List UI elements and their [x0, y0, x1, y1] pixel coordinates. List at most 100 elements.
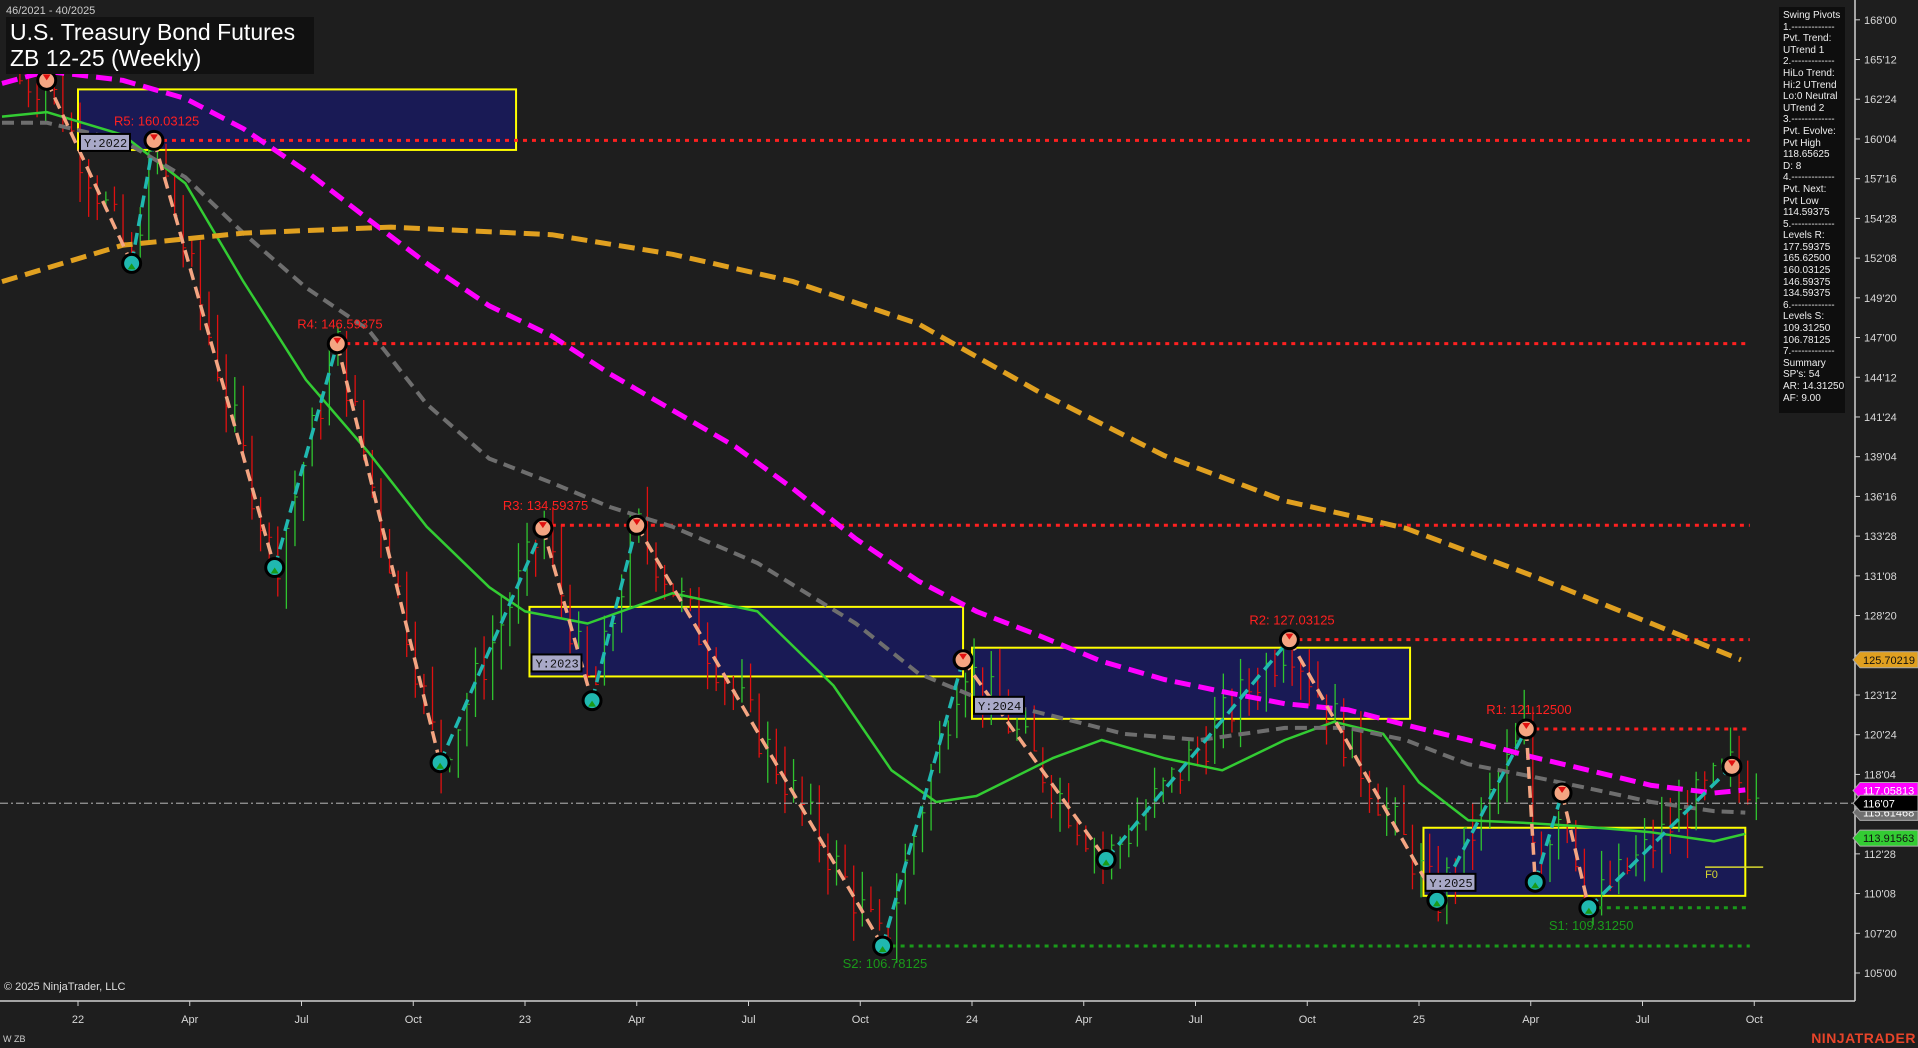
date-range: 46/2021 - 40/2025 [6, 5, 96, 17]
info-line: UTrend 1 [1783, 44, 1825, 56]
info-line: Pvt Low [1783, 195, 1819, 207]
info-line: AR: 14.31250 [1783, 381, 1845, 392]
info-line: 106.78125 [1783, 334, 1831, 346]
info-line: 165.62500 [1783, 253, 1831, 265]
y-tick-label: 110'08 [1864, 889, 1896, 901]
info-line: 114.59375 [1783, 207, 1830, 219]
info-line: 134.59375 [1783, 288, 1831, 300]
year-box-label: Y:2023 [535, 657, 578, 671]
copyright: © 2025 NinjaTrader, LLC [4, 981, 126, 993]
zigzag-leg [335, 343, 442, 764]
contract-timeframe: ZB 12-25 (Weekly) [10, 45, 202, 71]
y-tick-label: 157'16 [1864, 174, 1897, 186]
info-line: 109.31250 [1783, 323, 1831, 335]
x-tick-label: Oct [405, 1014, 422, 1026]
resistance-level-label: R1: 121.12500 [1486, 702, 1571, 717]
year-box-label: Y:2024 [978, 700, 1021, 714]
instrument-name: U.S. Treasury Bond Futures [10, 19, 296, 45]
y-tick-label: 165'12 [1864, 55, 1897, 67]
y-tick-label: 144'12 [1864, 372, 1897, 384]
info-line: AF: 9.00 [1783, 392, 1821, 404]
y-tick-label: 152'08 [1864, 253, 1897, 265]
info-line: 3.------------- [1783, 114, 1835, 126]
y-tick-label: 107'20 [1864, 928, 1897, 940]
y-tick-label: 120'24 [1864, 730, 1897, 742]
ma-fast-line [1, 110, 1746, 843]
zigzag-leg [272, 343, 339, 568]
swing-zigzag [45, 79, 1734, 947]
info-line: SP's: 54 [1783, 369, 1820, 381]
info-line: Swing Pivots [1783, 10, 1841, 21]
info-line: 146.59375 [1783, 276, 1831, 288]
x-tick-label: Apr [1522, 1014, 1539, 1026]
y-tick-label: 112'28 [1864, 849, 1896, 861]
info-line: Levels R: [1783, 230, 1825, 242]
info-line: 6.------------- [1783, 299, 1835, 311]
ma-mid-line [2, 120, 1746, 815]
moving-averages [1, 68, 1746, 843]
price-tag-label: 116'07 [1863, 798, 1895, 810]
zigzag-leg [438, 527, 545, 764]
y-tick-label: 131'08 [1864, 571, 1897, 583]
y-tick-label: 139'04 [1864, 452, 1897, 464]
info-line: 4.------------- [1783, 172, 1835, 184]
x-tick-label: Jul [294, 1014, 308, 1026]
info-line: 5.------------- [1783, 218, 1835, 230]
instrument-code: W ZB [3, 1034, 26, 1044]
y-tick-label: 141'24 [1864, 412, 1897, 424]
info-line: Pvt. Trend: [1783, 33, 1832, 45]
info-line: Pvt. Evolve: [1783, 125, 1836, 137]
resistance-level-label: R4: 146.59375 [297, 317, 382, 332]
ma-long-line [1, 224, 1742, 663]
info-line: Summary [1783, 357, 1826, 369]
x-tick-label: Jul [741, 1014, 755, 1026]
f0-label: F0 [1705, 869, 1718, 881]
x-tick-label: Apr [628, 1014, 645, 1026]
ma-slow-line [1, 68, 1746, 796]
x-tick-label: Jul [1635, 1014, 1649, 1026]
y-tick-label: 136'16 [1864, 491, 1897, 503]
support-level-label: S1: 109.31250 [1549, 918, 1634, 933]
chart-title: U.S. Treasury Bond Futures ZB 12-25 (Wee… [6, 17, 314, 74]
y-tick-label: 168'00 [1864, 15, 1897, 27]
x-tick-label: Oct [852, 1014, 869, 1026]
x-tick-label: 24 [966, 1014, 978, 1026]
info-line: 177.59375 [1783, 241, 1831, 253]
y-tick-label: 160'04 [1864, 134, 1897, 146]
info-line: UTrend 2 [1783, 102, 1825, 114]
info-line: 160.03125 [1783, 265, 1831, 277]
year-box-label: Y:2022 [84, 137, 127, 151]
info-line: Lo:0 Neutral [1783, 91, 1838, 103]
y-tick-label: 133'28 [1864, 531, 1897, 543]
info-line: D: 8 [1783, 160, 1802, 172]
y-tick-label: 123'12 [1864, 690, 1897, 702]
x-tick-label: Jul [1188, 1014, 1202, 1026]
y-tick-label: 147'00 [1864, 333, 1897, 345]
y-tick-label: 154'28 [1864, 213, 1897, 225]
price-chart[interactable]: R5: 160.03125 R4: 146.59375 R3: 134.59375 R… [0, 0, 1918, 1048]
x-tick-label: Oct [1299, 1014, 1316, 1026]
swing-pivots-panel: Swing Pivots 1.------------- Pvt. Trend: UT… [1779, 7, 1845, 413]
y-tick-label: 128'20 [1864, 611, 1897, 623]
y-tick-label: 162'24 [1864, 94, 1897, 106]
x-tick-label: Oct [1746, 1014, 1763, 1026]
x-tick-label: 25 [1413, 1014, 1425, 1026]
year-box [528, 605, 965, 678]
resistance-level-label: R5: 160.03125 [114, 113, 199, 128]
info-line: Pvt. Next: [1783, 183, 1827, 195]
x-tick-label: Apr [181, 1014, 198, 1026]
price-tag-label: 113.91563 [1863, 833, 1914, 845]
support-level-label: S2: 106.78125 [843, 956, 928, 971]
x-tick-label: 22 [72, 1014, 84, 1026]
year-boxes [77, 88, 1747, 897]
y-tick-label: 118'04 [1864, 769, 1896, 781]
x-tick-label: Apr [1075, 1014, 1092, 1026]
year-box-label: Y:2025 [1429, 877, 1472, 891]
info-line: Levels S: [1783, 311, 1825, 323]
ninjatrader-logo: NINJATRADER [1811, 1030, 1916, 1046]
resistance-level-label: R3: 134.59375 [503, 498, 588, 513]
info-line: Pvt High [1783, 137, 1821, 149]
info-line: 7.------------- [1783, 346, 1835, 358]
price-tag-label: 125.70219 [1863, 655, 1915, 667]
x-tick-label: 23 [519, 1014, 531, 1026]
